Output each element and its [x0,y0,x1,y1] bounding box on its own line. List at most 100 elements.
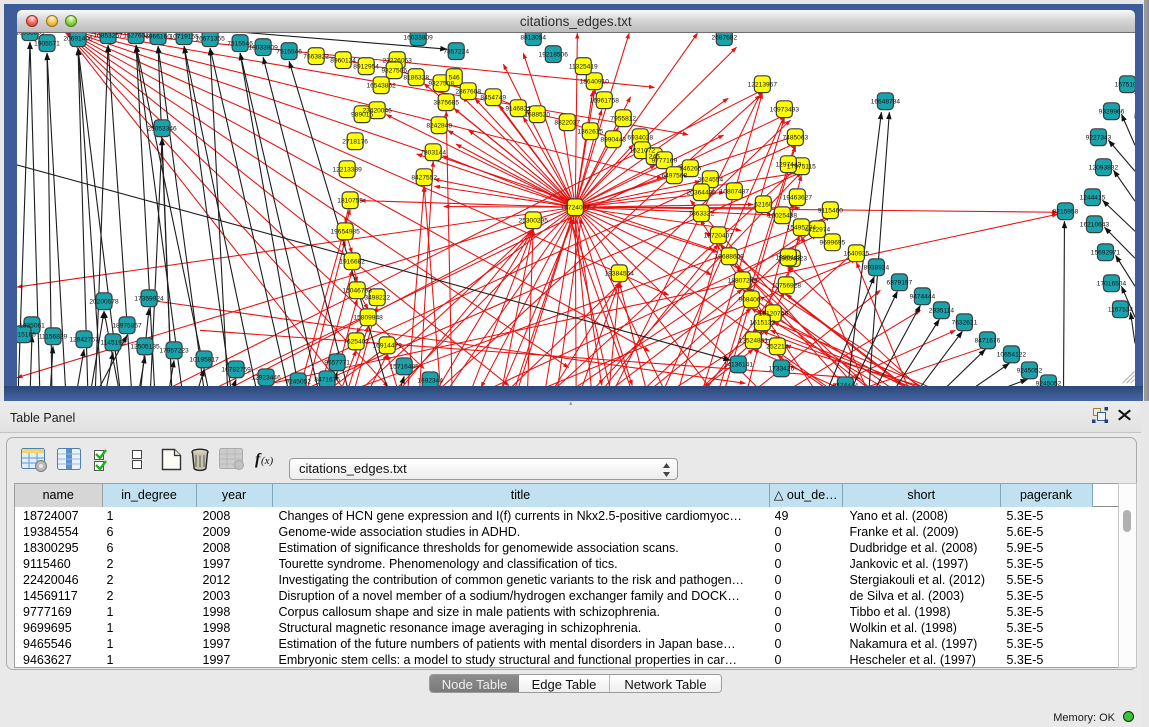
svg-text:7632621: 7632621 [952,320,978,327]
svg-text:16033809: 16033809 [404,34,434,41]
svg-text:2718176: 2718176 [342,138,368,145]
svg-text:7515546: 7515546 [276,48,302,55]
svg-text:1575104: 1575104 [1115,81,1135,88]
svg-text:19654985: 19654985 [330,228,360,235]
svg-text:9474444: 9474444 [833,383,859,386]
svg-text:19218506: 19218506 [539,51,569,58]
svg-text:8242848: 8242848 [426,122,452,129]
svg-text:10025438: 10025438 [768,212,798,219]
svg-text:9227343: 9227343 [1086,134,1112,141]
svg-text:9474444: 9474444 [910,293,936,300]
svg-text:16671355: 16671355 [195,35,225,42]
svg-text:62160: 62160 [754,201,773,208]
svg-text:9245052: 9245052 [285,379,311,386]
svg-text:1244415: 1244415 [1080,194,1106,201]
svg-text:7803144: 7803144 [420,149,446,156]
svg-text:23226053: 23226053 [382,57,412,64]
svg-text:15692971: 15692971 [1091,249,1121,256]
svg-text:7863322: 7863322 [688,210,714,217]
svg-text:19463627: 19463627 [783,194,813,201]
svg-text:4412974: 4412974 [805,226,831,233]
svg-text:25053346: 25053346 [147,125,177,132]
svg-text:12942757: 12942757 [69,337,99,344]
svg-text:1810755: 1810755 [337,197,363,204]
svg-text:16914479: 16914479 [372,343,402,350]
svg-text:9327506: 9327506 [381,67,407,74]
svg-text:16543862: 16543862 [366,82,396,89]
svg-text:9657771: 9657771 [324,360,350,367]
svg-text:9084067: 9084067 [738,296,764,303]
svg-text:6966160: 6966160 [145,33,171,40]
svg-text:18720407: 18720407 [704,232,734,239]
svg-text:2935114: 2935114 [929,307,955,314]
svg-text:3875685: 3875685 [433,99,459,106]
svg-text:8822037: 8822037 [554,119,580,126]
svg-text:17957223: 17957223 [159,348,189,355]
svg-text:17016504: 17016504 [1097,280,1127,287]
svg-text:1986443: 1986443 [776,254,802,261]
svg-text:8912954: 8912954 [353,63,379,70]
svg-text:18807249: 18807249 [728,277,758,284]
svg-text:252214: 252214 [766,344,788,351]
svg-text:9777169: 9777169 [651,157,677,164]
svg-text:10195817: 10195817 [189,357,219,364]
svg-text:13524851: 13524851 [739,338,769,345]
svg-text:20691406: 20691406 [63,35,93,42]
svg-text:12923446: 12923446 [251,375,281,382]
svg-text:15046798: 15046798 [342,287,372,294]
svg-text:25300295: 25300295 [519,217,549,224]
svg-text:7485063: 7485063 [783,134,809,141]
svg-text:10756928: 10756928 [772,282,802,289]
svg-text:16648784: 16648784 [871,98,901,105]
svg-text:2687682: 2687682 [711,34,737,41]
svg-text:15716485: 15716485 [390,364,420,371]
svg-text:9245052: 9245052 [1036,381,1062,386]
svg-text:8186328: 8186328 [403,74,429,81]
svg-text:12505135: 12505135 [130,344,160,351]
svg-text:9329966: 9329966 [1099,108,1125,115]
svg-text:17359924: 17359924 [134,295,164,302]
svg-text:19384554: 19384554 [605,270,635,277]
svg-text:2867608: 2867608 [455,88,481,95]
svg-text:11325419: 11325419 [569,63,598,70]
svg-text:746266: 746266 [679,165,701,172]
svg-text:6497568: 6497568 [661,172,687,179]
svg-text:9327508: 9327508 [428,80,454,87]
svg-text:1905571: 1905571 [34,40,60,47]
svg-text:16033809: 16033809 [248,44,278,51]
svg-text:3915166: 3915166 [17,332,36,339]
svg-text:18640910: 18640910 [580,78,610,85]
svg-text:1733426: 1733426 [769,366,795,373]
svg-text:14136141: 14136141 [724,362,754,369]
svg-text:10853257: 10853257 [93,33,123,39]
svg-text:10688609: 10688609 [715,253,745,260]
svg-text:1916682: 1916682 [339,258,365,265]
svg-text:16933809: 16933809 [17,33,45,36]
svg-text:7625402: 7625402 [343,339,369,346]
svg-text:8813054: 8813054 [520,34,546,41]
svg-text:1167534: 1167534 [1108,306,1134,313]
svg-text:10973493: 10973493 [770,106,800,113]
svg-text:12093832: 12093832 [1089,164,1119,171]
svg-text:8215958: 8215958 [1053,208,1079,215]
svg-text:989016: 989016 [351,111,373,118]
svg-text:9245052: 9245052 [1017,368,1043,375]
svg-text:16120746: 16120746 [759,310,789,317]
svg-text:1588520: 1588520 [524,111,550,118]
svg-text:9699695: 9699695 [820,239,846,246]
svg-text:8471676: 8471676 [314,377,340,384]
svg-text:12213389: 12213389 [332,166,362,173]
svg-text:16210643: 16210643 [1080,221,1110,228]
svg-text:6879197: 6879197 [887,279,913,286]
svg-text:1935061: 1935061 [19,323,45,330]
svg-text:10807487: 10807487 [720,188,750,195]
svg-text:7955812: 7955812 [610,115,636,122]
svg-text:546: 546 [449,74,460,81]
svg-text:8454749: 8454749 [480,94,506,101]
svg-text:7857224: 7857224 [443,48,469,55]
svg-text:20200578: 20200578 [89,298,119,305]
svg-text:11156829: 11156829 [39,334,68,341]
svg-text:1145196: 1145196 [100,340,126,347]
svg-text:1692344: 1692344 [417,378,443,385]
svg-text:16782759: 16782759 [221,367,251,374]
